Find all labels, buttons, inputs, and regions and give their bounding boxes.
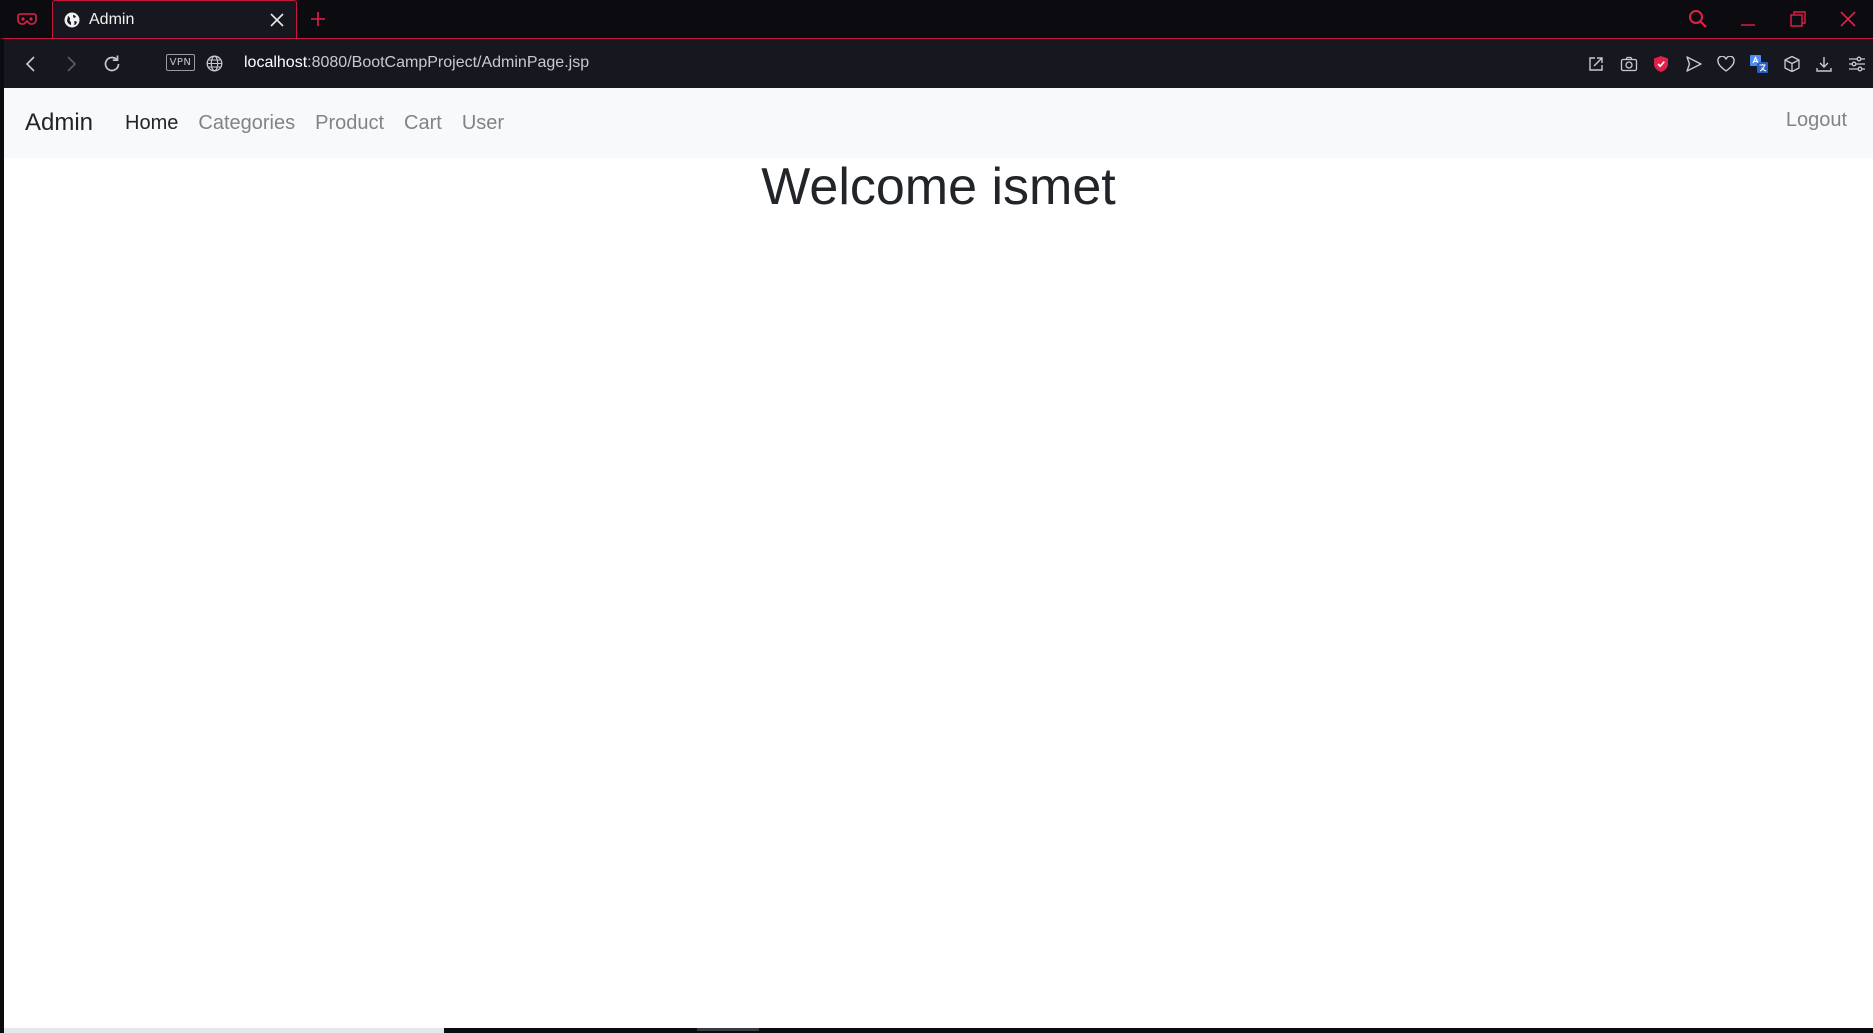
navbar-brand[interactable]: Admin: [25, 109, 93, 137]
nav-link-home[interactable]: Home: [115, 112, 188, 135]
download-icon[interactable]: [1808, 48, 1841, 80]
back-icon[interactable]: [18, 51, 44, 77]
new-tab-plus-icon[interactable]: [307, 8, 329, 30]
url-host: localhost: [244, 54, 308, 71]
page-viewport: Admin Home Categories Product Cart User …: [4, 88, 1873, 1033]
search-icon[interactable]: [1673, 0, 1723, 38]
site-info-globe-icon[interactable]: [204, 53, 224, 73]
scrollbar-marker: [697, 1028, 759, 1031]
nav-link-cart[interactable]: Cart: [394, 112, 452, 135]
shield-icon[interactable]: [1645, 48, 1678, 80]
toolbar-icon-group: [1580, 39, 1873, 88]
menu-icon[interactable]: [1840, 48, 1873, 80]
translate-icon[interactable]: [1743, 48, 1776, 80]
close-tab-icon[interactable]: [268, 11, 286, 29]
logout-link[interactable]: Logout: [1786, 109, 1847, 132]
heart-icon[interactable]: [1710, 48, 1743, 80]
scrollbar-thumb[interactable]: [4, 1028, 444, 1033]
camera-icon[interactable]: [1612, 48, 1645, 80]
reload-icon[interactable]: [99, 51, 125, 77]
admin-navbar: Admin Home Categories Product Cart User …: [4, 88, 1873, 158]
minimize-icon[interactable]: [1723, 0, 1773, 38]
globe-icon: [63, 11, 80, 28]
send-icon[interactable]: [1677, 48, 1710, 80]
address-bar-url[interactable]: localhost:8080/BootCampProject/AdminPage…: [244, 53, 589, 73]
active-tab[interactable]: Admin: [52, 0, 297, 38]
tab-title: Admin: [89, 10, 135, 28]
url-path: :8080/BootCampProject/AdminPage.jsp: [307, 54, 590, 71]
tab-strip: Admin: [0, 0, 1873, 38]
welcome-heading: Welcome ismet: [761, 158, 1116, 216]
nav-link-categories[interactable]: Categories: [188, 112, 305, 135]
close-window-icon[interactable]: [1823, 0, 1873, 38]
box-icon[interactable]: [1775, 48, 1808, 80]
restore-icon[interactable]: [1773, 0, 1823, 38]
vpn-badge[interactable]: VPN: [166, 54, 195, 71]
nav-link-user[interactable]: User: [452, 112, 514, 135]
browser-toolbar: VPN localhost:8080/BootCampProject/Admin…: [0, 38, 1873, 88]
gx-logo-icon[interactable]: [16, 10, 38, 28]
nav-link-product[interactable]: Product: [305, 112, 394, 135]
horizontal-scrollbar[interactable]: [4, 1028, 1873, 1033]
window-controls: [1673, 0, 1873, 38]
share-icon[interactable]: [1580, 48, 1613, 80]
forward-icon[interactable]: [58, 51, 84, 77]
